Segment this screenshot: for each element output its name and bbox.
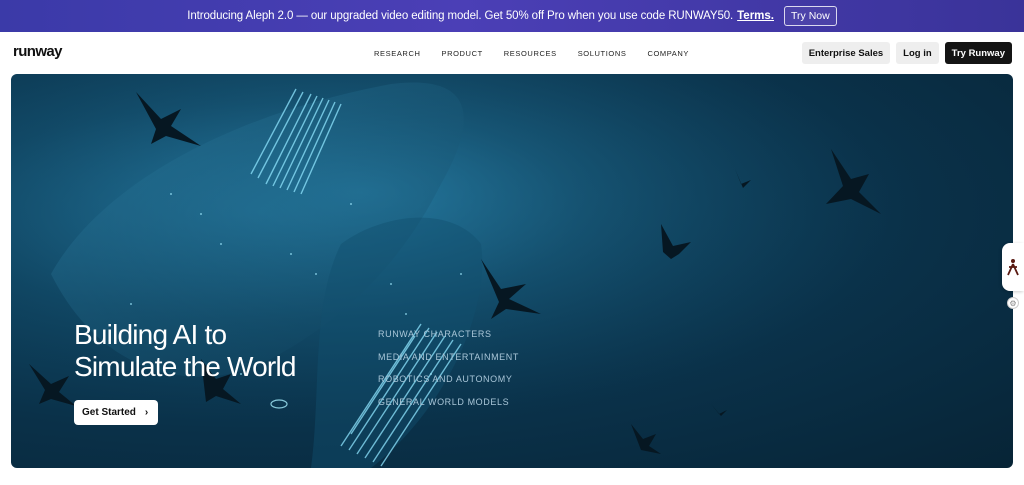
hero-headline-line2: Simulate the World <box>74 351 296 382</box>
hero-headline-line1: Building AI to <box>74 319 227 350</box>
accessibility-person-icon <box>1007 259 1019 276</box>
gear-icon[interactable]: ⚙ <box>1007 297 1019 309</box>
announcement-message: Introducing Aleph 2.0 — our upgraded vid… <box>187 10 734 22</box>
menu-item-company[interactable]: COMPANY <box>647 49 689 58</box>
announcement-bar: Introducing Aleph 2.0 — our upgraded vid… <box>0 0 1024 32</box>
menu-item-product[interactable]: PRODUCT <box>441 49 482 58</box>
link-runway-characters[interactable]: RUNWAY CHARACTERS <box>378 329 519 352</box>
menu-item-solutions[interactable]: SOLUTIONS <box>578 49 627 58</box>
menu-item-research[interactable]: RESEARCH <box>374 49 420 58</box>
menu-item-resources[interactable]: RESOURCES <box>504 49 557 58</box>
top-navigation: runway RESEARCH PRODUCT RESOURCES SOLUTI… <box>0 32 1024 74</box>
get-started-label: Get Started <box>82 407 136 418</box>
hero-links: RUNWAY CHARACTERS MEDIA AND ENTERTAINMEN… <box>378 329 519 420</box>
nav-actions: Enterprise Sales Log in Try Runway <box>801 42 1012 64</box>
try-runway-button[interactable]: Try Runway <box>944 42 1012 64</box>
hero-headline: Building AI to Simulate the World <box>74 319 296 383</box>
terms-link[interactable]: Terms. <box>737 10 774 22</box>
enterprise-sales-button[interactable]: Enterprise Sales <box>801 42 891 64</box>
try-now-button[interactable]: Try Now <box>784 6 837 26</box>
hero-section: Building AI to Simulate the World Get St… <box>11 74 1013 468</box>
link-robotics-autonomy[interactable]: ROBOTICS AND AUTONOMY <box>378 374 519 397</box>
get-started-button[interactable]: Get Started › <box>74 400 159 425</box>
chevron-right-icon: › <box>144 407 149 418</box>
accessibility-widget[interactable] <box>1002 243 1024 291</box>
link-media-entertainment[interactable]: MEDIA AND ENTERTAINMENT <box>378 352 519 375</box>
login-button[interactable]: Log in <box>896 42 939 64</box>
link-general-world-models[interactable]: GENERAL WORLD MODELS <box>378 397 519 420</box>
runway-logo[interactable]: runway <box>13 43 63 60</box>
main-menu: RESEARCH PRODUCT RESOURCES SOLUTIONS COM… <box>374 49 710 58</box>
